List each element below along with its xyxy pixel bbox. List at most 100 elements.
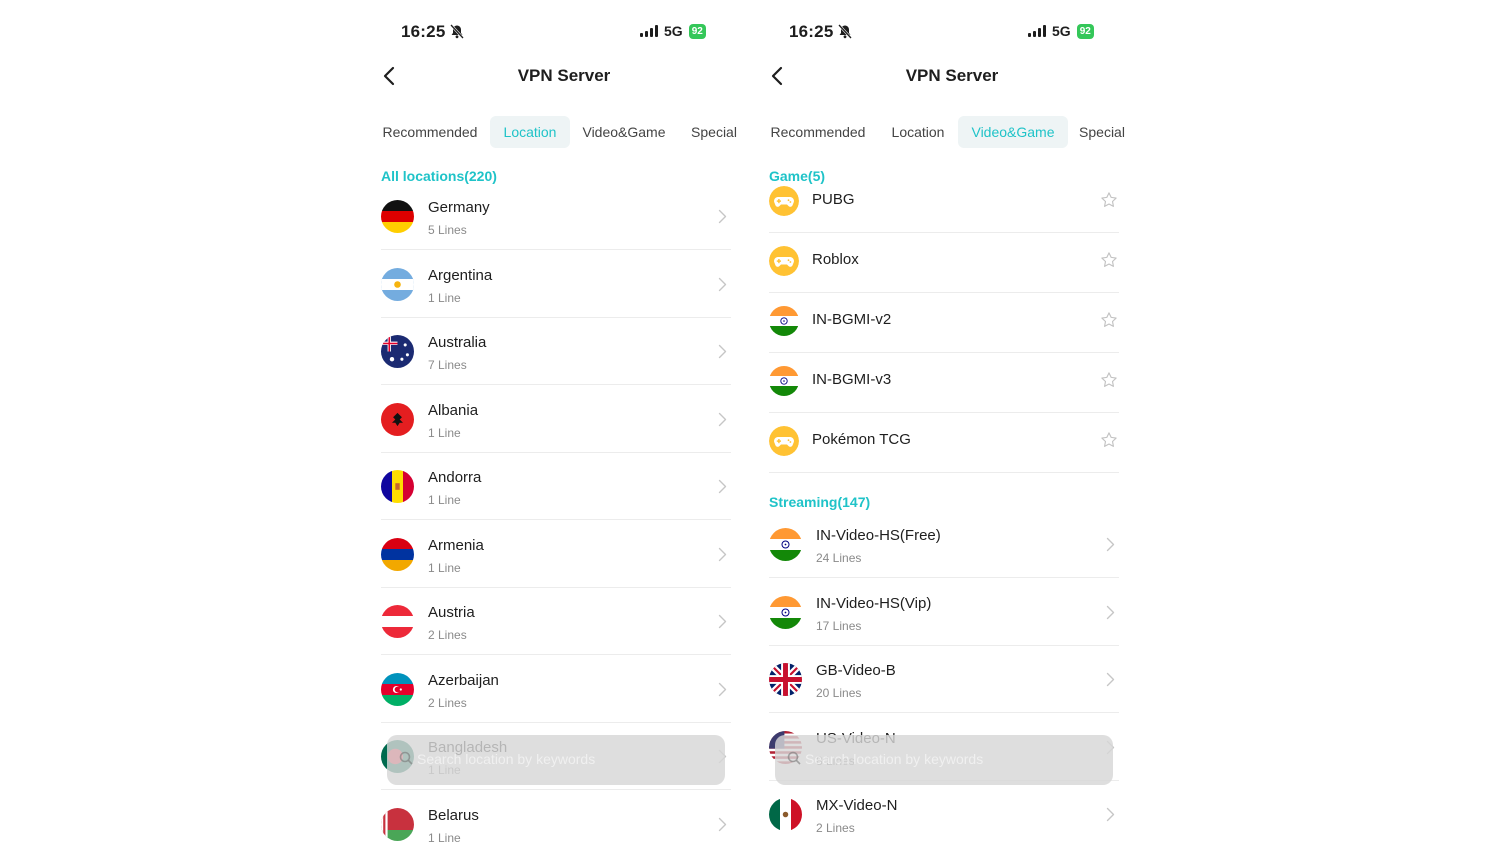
gamepad-icon [769,426,799,456]
location-row[interactable]: Germany 5 Lines [381,183,731,250]
streaming-section-title: Streaming(147) [769,494,871,510]
location-lines: 2 Lines [428,695,467,710]
chevron-right-icon [718,344,727,364]
all-locations-title: All locations(220) [381,168,497,184]
streaming-name: GB-Video-B [816,662,896,679]
chevron-right-icon [718,817,727,837]
streaming-row[interactable]: MX-Video-N 2 Lines [769,781,1119,843]
gamepad-icon [769,246,799,276]
streaming-lines: 20 Lines [816,686,862,700]
belarus-flag-icon [381,807,414,841]
battery-icon: 92 [1076,23,1094,39]
network-label: 5G [664,23,683,39]
game-name: IN-BGMI-v3 [812,371,892,388]
tab-recommended[interactable]: Recommended [374,116,486,148]
chevron-right-icon [718,547,727,567]
tab-location[interactable]: Location [490,116,570,148]
location-name: Armenia [428,536,484,554]
tab-bar: Recommended Location Video&Game Special [370,116,758,148]
chevron-right-icon [1106,807,1115,827]
location-name: Austria [428,604,475,621]
chevron-right-icon [718,412,727,432]
game-row[interactable]: IN-BGMI-v3 [769,353,1119,413]
star-icon[interactable] [1100,431,1118,454]
chevron-right-icon [718,277,727,297]
australia-flag-icon [381,335,414,368]
india-flag-icon [769,306,799,336]
location-name: Albania [428,401,479,419]
game-row[interactable]: PUBG [769,173,1119,233]
location-row[interactable]: Azerbaijan 2 Lines [381,656,731,723]
star-icon[interactable] [1100,371,1118,394]
game-row[interactable]: Pokémon TCG [769,413,1119,473]
india-flag-icon [769,528,802,561]
albania-flag-icon [381,402,414,436]
location-screen: 16:25 5G 92 VPN Server Recommended Locat… [370,0,758,843]
location-row[interactable]: Albania 1 Line [381,386,731,453]
streaming-lines: 24 Lines [816,551,862,565]
chevron-right-icon [1106,672,1115,692]
location-row[interactable]: Andorra 1 Line [381,453,731,520]
streaming-row[interactable]: IN-Video-HS(Free) 24 Lines [769,511,1119,578]
signal-icon [640,25,658,37]
status-indicators: 5G 92 [640,23,706,39]
tab-recommended[interactable]: Recommended [762,116,874,148]
search-input[interactable]: Search location by keywords [775,735,1113,785]
status-bar: 16:25 5G 92 [758,20,1146,44]
game-name: Pokémon TCG [812,431,911,448]
tab-video-game[interactable]: Video&Game [958,116,1068,148]
location-row[interactable]: Austria 2 Lines [381,588,731,655]
streaming-row[interactable]: GB-Video-B 20 Lines [769,646,1119,713]
nav-bar: VPN Server [370,62,758,90]
star-icon[interactable] [1100,251,1118,274]
search-placeholder: Search location by keywords [417,751,596,767]
india-flag-icon [769,366,799,396]
location-name: Andorra [428,469,482,486]
game-row[interactable]: IN-BGMI-v2 [769,293,1119,353]
network-label: 5G [1052,23,1071,39]
armenia-flag-icon [381,537,414,571]
mexico-flag-icon [769,798,802,831]
star-icon[interactable] [1100,311,1118,334]
search-icon [787,751,801,770]
location-row[interactable]: Belarus 1 Line [381,791,731,843]
andorra-flag-icon [381,470,414,503]
location-lines: 1 Line [428,290,461,305]
status-time: 16:25 [401,22,446,41]
bell-muted-icon [838,24,852,44]
tab-special[interactable]: Special [1072,116,1132,148]
chevron-right-icon [1106,537,1115,557]
location-row[interactable]: Australia 7 Lines [381,318,731,385]
azerbaijan-flag-icon [381,672,414,706]
location-name: Germany [428,199,490,216]
game-row[interactable]: Roblox [769,233,1119,293]
search-placeholder: Search location by keywords [805,751,984,767]
streaming-lines: 2 Lines [816,821,855,835]
star-icon[interactable] [1100,191,1118,214]
location-lines: 2 Lines [428,628,467,642]
page-title: VPN Server [517,66,611,85]
location-lines: 1 Line [428,830,461,843]
streaming-name: IN-Video-HS(Free) [816,527,941,544]
location-lines: 1 Line [428,425,461,440]
austria-flag-icon [381,605,414,638]
location-row[interactable]: Armenia 1 Line [381,521,731,588]
location-lines: 1 Line [428,493,461,507]
chevron-right-icon [718,479,727,499]
streaming-row[interactable]: IN-Video-HS(Vip) 17 Lines [769,579,1119,646]
video-game-screen: 16:25 5G 92 VPN Server Recommended Locat… [758,0,1146,843]
germany-flag-icon [381,200,414,233]
signal-icon [1028,25,1046,37]
location-name: Australia [428,334,487,351]
streaming-name: IN-Video-HS(Vip) [816,594,932,612]
nav-bar: VPN Server [758,62,1146,90]
status-bar: 16:25 5G 92 [370,20,758,44]
tab-location[interactable]: Location [880,116,956,148]
game-name: Roblox [812,251,859,268]
location-row[interactable]: Argentina 1 Line [381,251,731,318]
search-input[interactable]: Search location by keywords [387,735,725,785]
game-name: PUBG [812,191,855,208]
chevron-right-icon [718,614,727,634]
tab-video-game[interactable]: Video&Game [576,116,672,148]
tab-special[interactable]: Special [684,116,744,148]
